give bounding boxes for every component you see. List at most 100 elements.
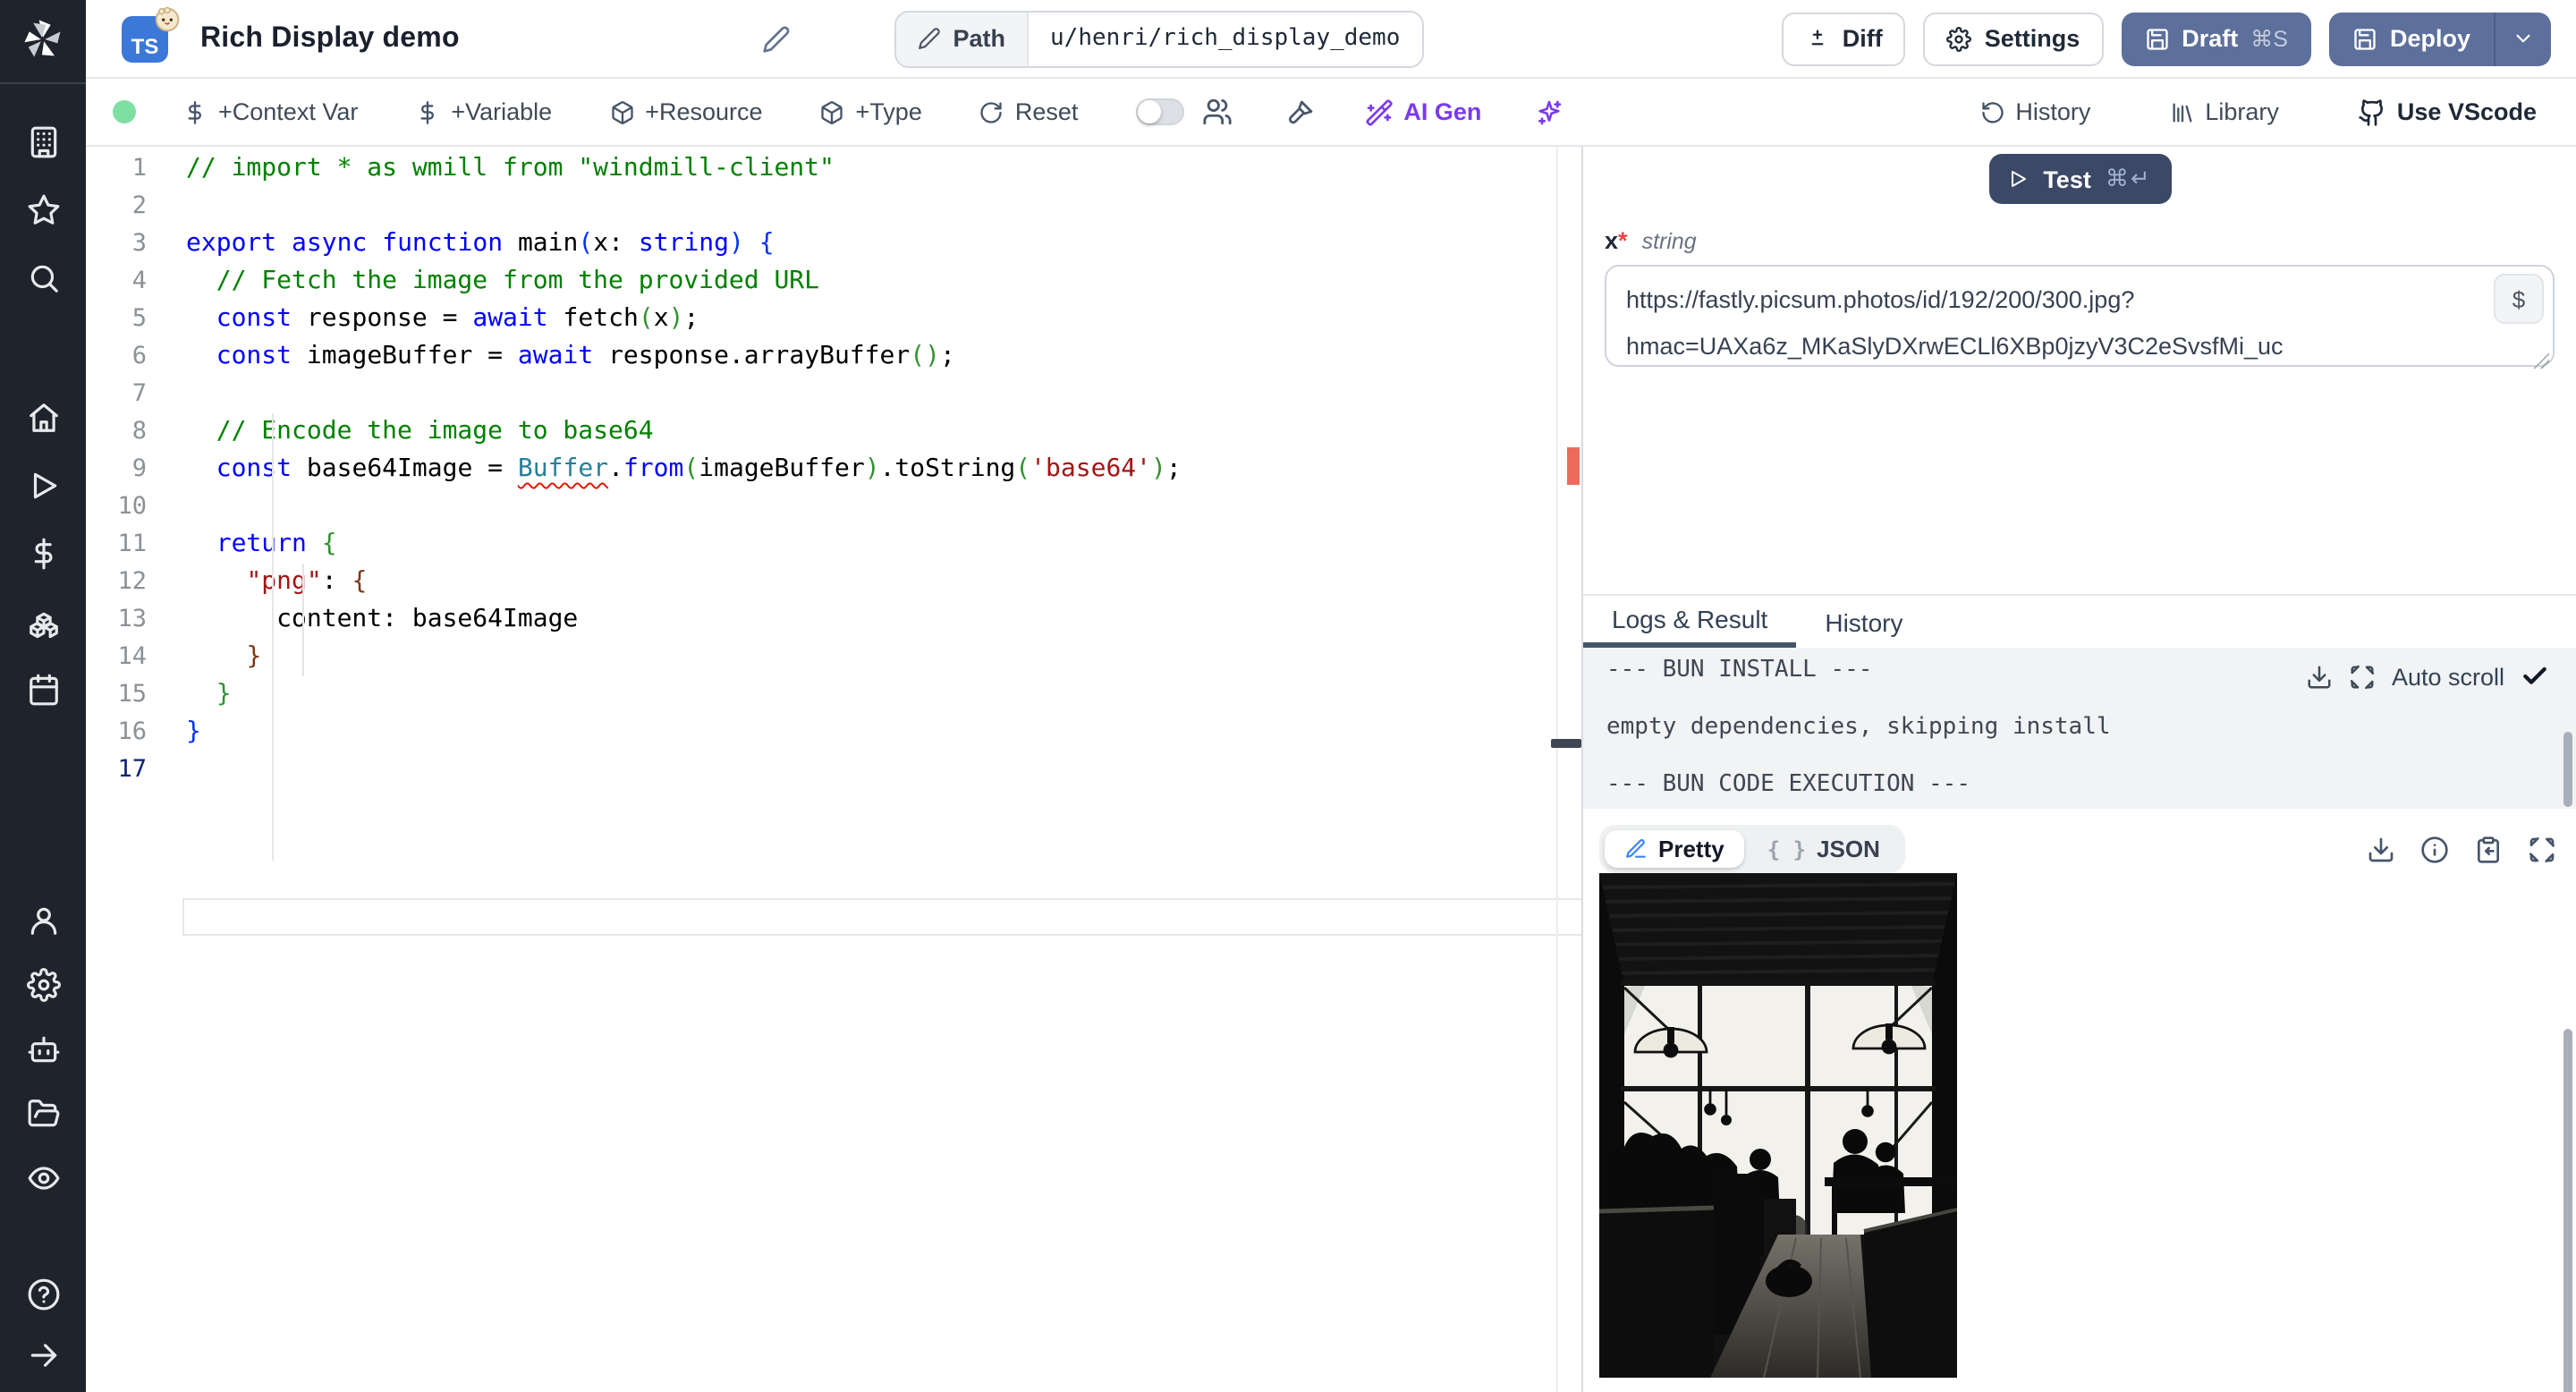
line-number: 14 <box>117 642 147 671</box>
paintbrush-icon <box>1285 98 1314 126</box>
draft-shortcut: ⌘S <box>2250 27 2288 52</box>
bun-runtime-badge-icon <box>155 5 180 31</box>
test-run-button[interactable]: Test ⌘↵ <box>1988 154 2171 204</box>
save-icon <box>2352 26 2377 51</box>
panel-splitter-handle[interactable] <box>1551 739 1581 748</box>
argument-x-input[interactable]: https://fastly.picsum.photos/id/192/200/… <box>1605 265 2555 367</box>
format-button[interactable] <box>1285 98 1314 126</box>
code-editor[interactable]: 1 // import * as wmill from "windmill-cli… <box>86 147 1635 1392</box>
deploy-button[interactable]: Deploy <box>2329 12 2494 65</box>
line-number: 2 <box>131 191 147 220</box>
result-view-toggle: Pretty { } JSON <box>1599 825 1905 873</box>
argument-name: x <box>1605 227 1619 254</box>
code-line-6: const imageBuffer = await response.array… <box>216 342 955 370</box>
tab-history[interactable]: History <box>1796 596 1931 648</box>
sidebar-user-icon[interactable] <box>26 904 60 938</box>
editor-toolbar: +Context Var +Variable +Resource +Type R… <box>86 79 2576 147</box>
collaboration-toggle[interactable] <box>1135 98 1184 125</box>
log-viewer[interactable]: --- BUN INSTALL --- empty dependencies, … <box>1583 648 2576 809</box>
code-line-14: } <box>246 642 262 671</box>
result-area: Pretty { } JSON <box>1583 809 2576 1392</box>
library-button[interactable]: Library <box>2169 98 2279 125</box>
sidebar-search-icon[interactable] <box>26 261 60 295</box>
code-line-11: return { <box>216 530 337 558</box>
code-line-3: export async function main(x: string) { <box>186 229 775 258</box>
line-number: 8 <box>131 417 147 446</box>
windmill-logo-icon[interactable] <box>20 16 66 63</box>
auto-scroll-label: Auto scroll <box>2391 663 2504 690</box>
reset-button[interactable]: Reset <box>979 98 1078 125</box>
ai-gen-button[interactable]: AI Gen <box>1364 98 1481 126</box>
result-tabs: Logs & Result History <box>1583 596 2576 648</box>
log-scrollbar[interactable] <box>2563 732 2572 807</box>
expand-logs-icon[interactable] <box>2349 663 2376 690</box>
sidebar-play-icon[interactable] <box>26 469 60 503</box>
tab-logs-result[interactable]: Logs & Result <box>1583 596 1797 648</box>
code-line-15: } <box>216 680 232 709</box>
use-vscode-button[interactable]: Use VScode <box>2358 98 2537 126</box>
top-header-bar: TS Rich Display demo Path u/henri/rich_d… <box>86 0 2576 79</box>
path-group[interactable]: Path u/henri/rich_display_demo <box>894 10 1424 67</box>
line-number: 16 <box>117 717 147 746</box>
dollar-icon <box>415 99 440 124</box>
sidebar-building-icon[interactable] <box>26 125 60 159</box>
sidebar-calendar-icon[interactable] <box>26 673 60 707</box>
error-overview-marker <box>1567 447 1580 485</box>
add-type-button[interactable]: +Type <box>820 98 922 125</box>
textarea-resize-handle[interactable] <box>2533 352 2549 369</box>
add-context-var-button[interactable]: +Context Var <box>182 98 358 125</box>
sidebar-home-icon[interactable] <box>26 401 60 435</box>
draft-button[interactable]: Draft ⌘S <box>2121 12 2311 65</box>
path-label: Path <box>953 25 1006 52</box>
download-logs-icon[interactable] <box>2306 663 2333 690</box>
pretty-view-button[interactable]: Pretty <box>1605 830 1744 868</box>
result-image <box>1599 873 1957 1378</box>
line-number: 12 <box>117 567 147 596</box>
sidebar-star-icon[interactable] <box>26 193 60 227</box>
sidebar-eye-icon[interactable] <box>26 1161 60 1195</box>
code-line-1: // import * as wmill from "windmill-clie… <box>186 154 835 182</box>
play-icon <box>2007 168 2029 190</box>
diff-button[interactable]: Diff <box>1781 12 1906 65</box>
deploy-split-button: Deploy <box>2328 12 2551 65</box>
line-number: 13 <box>117 605 147 633</box>
sidebar-boxes-icon[interactable] <box>26 605 60 639</box>
indent-guide <box>302 564 304 676</box>
auto-scroll-check-icon[interactable] <box>2521 662 2549 691</box>
result-scrollbar[interactable] <box>2563 1029 2572 1392</box>
json-view-button[interactable]: { } JSON <box>1748 830 1900 868</box>
script-path-value[interactable]: u/henri/rich_display_demo <box>1029 12 1421 65</box>
run-preview-panel: Test ⌘↵ x* string https://fastly.picsum.… <box>1581 147 2576 1392</box>
code-line-16: } <box>186 717 201 746</box>
deploy-options-caret[interactable] <box>2494 12 2551 65</box>
info-icon[interactable] <box>2420 835 2449 863</box>
sparkles-icon <box>1535 98 1563 126</box>
required-asterisk: * <box>1618 227 1628 254</box>
download-result-icon[interactable] <box>2367 835 2395 863</box>
sidebar-arrow-right-icon[interactable] <box>26 1338 60 1372</box>
add-variable-button[interactable]: +Variable <box>415 98 552 125</box>
github-icon <box>2358 98 2386 126</box>
code-line-12: "png": { <box>246 567 368 596</box>
insert-variable-button[interactable]: $ <box>2494 274 2544 324</box>
line-number: 17 <box>117 755 147 784</box>
dollar-icon <box>182 99 208 124</box>
line-number: 4 <box>131 267 147 295</box>
windmill-script-editor: TS Rich Display demo Path u/henri/rich_d… <box>0 0 2576 1392</box>
sidebar-dollar-icon[interactable] <box>26 537 60 571</box>
sidebar-folder-icon[interactable] <box>26 1097 60 1131</box>
line-number: 7 <box>131 379 147 408</box>
sidebar-gear-icon[interactable] <box>26 968 60 1002</box>
copy-clipboard-icon[interactable] <box>2474 835 2503 863</box>
ai-sparkles-button[interactable] <box>1535 98 1563 126</box>
expand-result-icon[interactable] <box>2528 835 2556 863</box>
logs-result-section: Logs & Result History --- BUN INSTALL --… <box>1583 594 2576 1392</box>
add-resource-button[interactable]: +Resource <box>609 98 763 125</box>
sidebar-help-icon[interactable] <box>26 1277 60 1311</box>
package-icon <box>820 99 845 124</box>
history-button[interactable]: History <box>1979 98 2090 125</box>
edit-summary-pencil-icon[interactable] <box>762 24 791 53</box>
settings-button[interactable]: Settings <box>1923 12 2104 65</box>
sidebar-robot-icon[interactable] <box>26 1032 60 1066</box>
code-line-13: content: base64Image <box>186 605 579 633</box>
